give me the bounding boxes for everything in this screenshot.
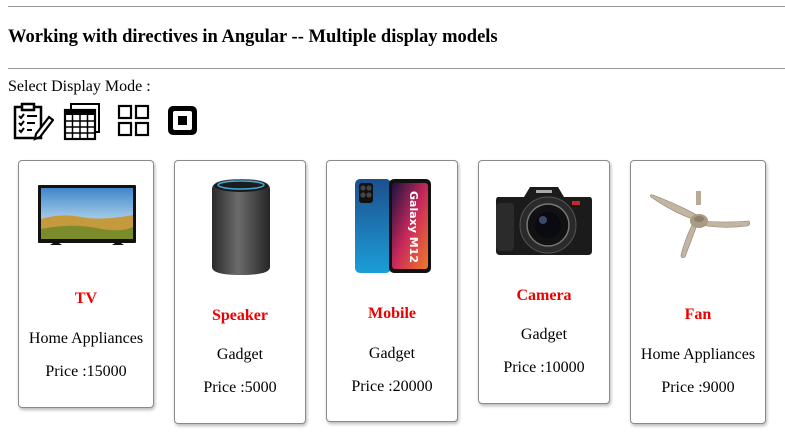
single-card-icon bbox=[168, 106, 197, 135]
table-grid-icon bbox=[63, 103, 100, 141]
product-name: Mobile bbox=[368, 305, 416, 322]
svg-text:Galaxy M12: Galaxy M12 bbox=[407, 191, 420, 263]
product-card-tv[interactable]: TV Home Appliances Price :15000 bbox=[18, 160, 154, 408]
camera-image bbox=[496, 187, 592, 255]
product-category: Home Appliances bbox=[28, 330, 144, 347]
product-price: Price :10000 bbox=[503, 359, 585, 376]
fan-image bbox=[650, 191, 750, 258]
product-name: Speaker bbox=[212, 307, 268, 324]
card-mode-button[interactable] bbox=[164, 102, 204, 142]
tv-image bbox=[38, 185, 136, 245]
product-card-speaker[interactable]: Speaker Gadget Price :5000 bbox=[174, 160, 306, 424]
mobile-image: Galaxy M12 bbox=[355, 179, 431, 273]
product-name: Fan bbox=[684, 306, 712, 323]
product-card-fan[interactable]: Fan Home Appliances Price :9000 bbox=[630, 160, 766, 424]
product-price: Price :9000 bbox=[661, 379, 735, 396]
speaker-image bbox=[212, 179, 270, 275]
page-title: Working with directives in Angular -- Mu… bbox=[8, 27, 498, 47]
product-card-mobile[interactable]: Galaxy M12 Mobile Gadget Price :20000 bbox=[326, 160, 458, 422]
product-price: Price :15000 bbox=[45, 363, 127, 380]
product-price: Price :20000 bbox=[351, 378, 433, 395]
product-price: Price :5000 bbox=[203, 379, 277, 396]
product-category: Gadget bbox=[216, 346, 264, 363]
product-category: Home Appliances bbox=[640, 346, 756, 363]
title-divider bbox=[8, 68, 785, 69]
table-mode-button[interactable] bbox=[63, 102, 103, 142]
tile-grid-icon bbox=[117, 104, 150, 137]
form-mode-button[interactable] bbox=[12, 102, 54, 142]
product-name: Camera bbox=[516, 287, 572, 304]
tiles-mode-button[interactable] bbox=[115, 102, 155, 142]
display-mode-label: Select Display Mode : bbox=[8, 78, 151, 95]
product-name: TV bbox=[74, 290, 98, 307]
form-list-icon bbox=[13, 102, 54, 141]
top-divider bbox=[8, 6, 785, 7]
product-card-camera[interactable]: Camera Gadget Price :10000 bbox=[478, 160, 610, 404]
product-category: Gadget bbox=[368, 345, 416, 362]
product-category: Gadget bbox=[520, 326, 568, 343]
